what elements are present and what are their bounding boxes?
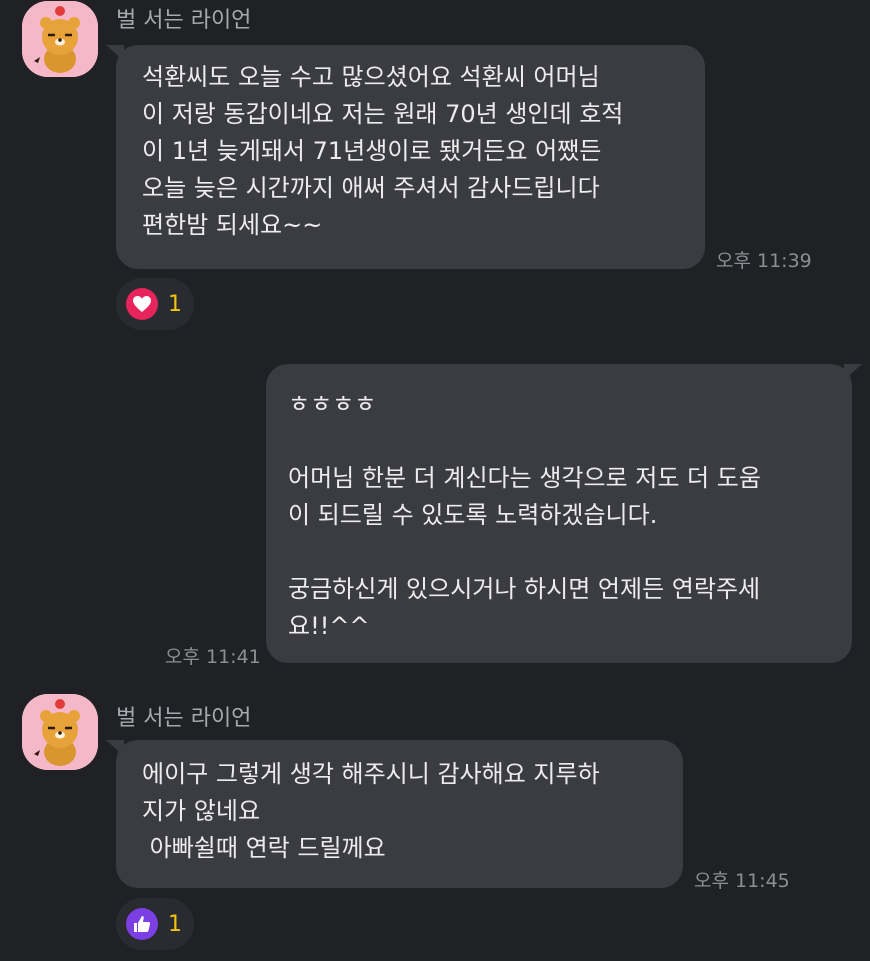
- heart-icon: [126, 288, 158, 320]
- reaction-badge[interactable]: 1: [116, 278, 194, 330]
- message-bubble[interactable]: 에이구 그렇게 생각 해주시니 감사해요 지루하 지가 않네요 아빠쉴때 연락 …: [106, 740, 683, 888]
- sender-name: 벌 서는 라이언: [116, 8, 252, 33]
- thumbs-up-icon: [126, 908, 158, 940]
- avatar[interactable]: [22, 694, 98, 770]
- reaction-badge[interactable]: 1: [116, 898, 194, 950]
- reaction-count: 1: [168, 911, 182, 937]
- message-time: 오후 11:39: [716, 250, 812, 272]
- reaction-count: 1: [168, 291, 182, 317]
- avatar[interactable]: [22, 1, 98, 77]
- message-time: 오후 11:41: [165, 646, 261, 668]
- ryan-character-icon: [22, 694, 98, 770]
- sender-name: 벌 서는 라이언: [116, 706, 252, 731]
- ryan-character-icon: [22, 1, 98, 77]
- message-time: 오후 11:45: [694, 870, 790, 892]
- message-bubble[interactable]: ㅎㅎㅎㅎ 어머님 한분 더 계신다는 생각으로 저도 더 도움 이 되드릴 수 …: [266, 364, 862, 663]
- message-bubble[interactable]: 석환씨도 오늘 수고 많으셨어요 석환씨 어머님 이 저랑 동갑이네요 저는 원…: [106, 45, 705, 269]
